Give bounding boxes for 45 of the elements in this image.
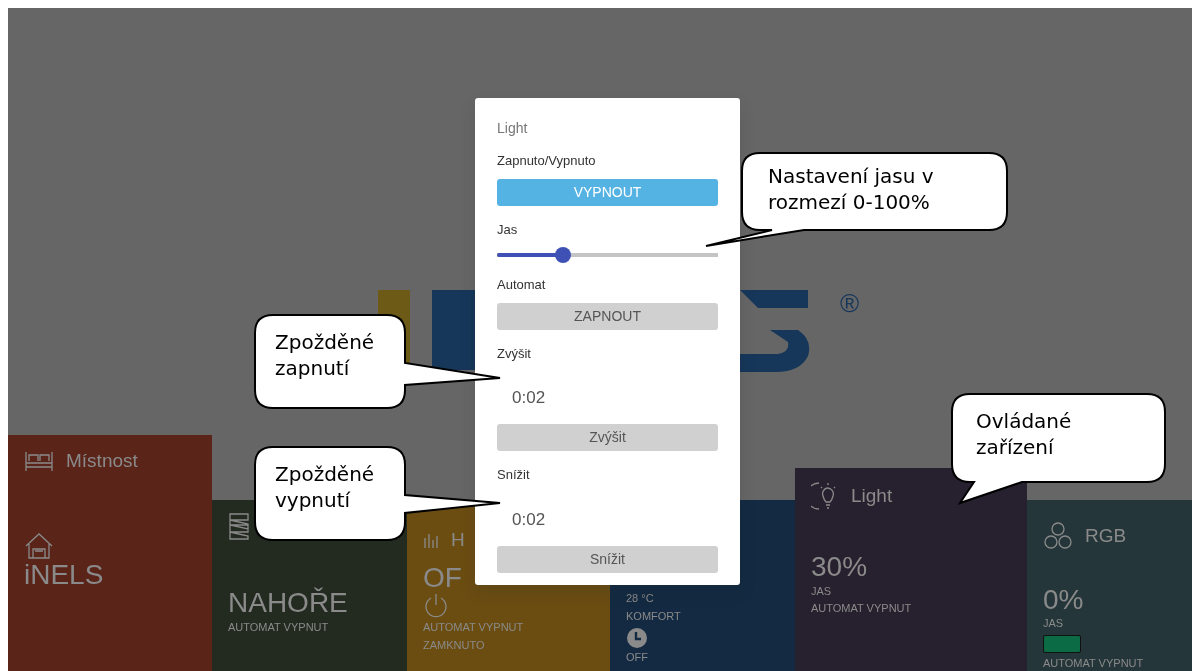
callout-text: Nastavení jasu v rozmezí 0-100% bbox=[768, 163, 935, 215]
tile-title: RGB bbox=[1085, 524, 1127, 548]
device-tile[interactable]: Místnost iNELS bbox=[8, 435, 212, 671]
power-icon bbox=[423, 593, 449, 620]
rgb-circles-icon bbox=[1043, 522, 1073, 551]
device-tile[interactable]: Light 30% JAS AUTOMAT VYPNUT bbox=[795, 468, 1027, 671]
timer-value: 0:02 bbox=[512, 509, 546, 529]
device-tile[interactable]: RGB 0% JAS AUTOMAT VYPNUT bbox=[1027, 500, 1192, 671]
section-label: Zvýšit bbox=[497, 344, 532, 363]
section-label: Jas bbox=[497, 220, 519, 239]
bed-icon bbox=[24, 449, 54, 474]
tile-status: AUTOMAT VYPNUT bbox=[228, 619, 330, 635]
section-label: Snížit bbox=[497, 466, 531, 484]
section-label: Zapnuto/Vypnuto bbox=[497, 152, 597, 170]
tile-status: OFF bbox=[626, 650, 649, 666]
tile-value: 0% bbox=[1043, 584, 1085, 616]
toggle-button[interactable]: ZAPNOUT bbox=[497, 302, 718, 330]
tile-title: Místnost bbox=[66, 449, 138, 473]
tile-status: AUTOMAT VYPNUT bbox=[1043, 655, 1145, 671]
timer-button[interactable]: Zvýšit bbox=[497, 424, 718, 451]
tile-value: OF bbox=[423, 562, 463, 594]
tile-value: NAHOŘE bbox=[228, 588, 349, 619]
tile-status: AUTOMAT VYPNUT bbox=[423, 620, 525, 636]
toggle-button[interactable]: VYPNOUT bbox=[497, 178, 718, 206]
timer-value: 0:02 bbox=[512, 388, 546, 407]
tile-status: JAS bbox=[811, 583, 833, 599]
house-icon bbox=[24, 531, 54, 560]
section-label: Automat bbox=[497, 276, 547, 294]
tile-title: H bbox=[451, 528, 465, 552]
clock-icon bbox=[626, 626, 648, 649]
registered-mark: ® bbox=[840, 290, 860, 316]
tile-status: ZAMKNUTO bbox=[423, 637, 486, 653]
slider-thumb[interactable] bbox=[555, 247, 572, 263]
tile-value: iNELS bbox=[24, 559, 105, 591]
tile-status: 28 °C bbox=[626, 591, 655, 606]
tile-value: 30% bbox=[811, 552, 869, 583]
tile-title: Light bbox=[851, 483, 893, 508]
blinds-icon bbox=[228, 512, 250, 540]
callout-text: Zpožděné zapnutí bbox=[275, 329, 376, 381]
tile-status: KOMFORT bbox=[626, 608, 682, 624]
tile-status: AUTOMAT VYPNUT bbox=[811, 601, 913, 617]
dialog-title: Light bbox=[497, 119, 529, 138]
tile-status: JAS bbox=[1043, 616, 1065, 632]
callout-text: Ovládané zařízení bbox=[976, 408, 1073, 460]
timer-button[interactable]: Snížit bbox=[497, 545, 718, 573]
